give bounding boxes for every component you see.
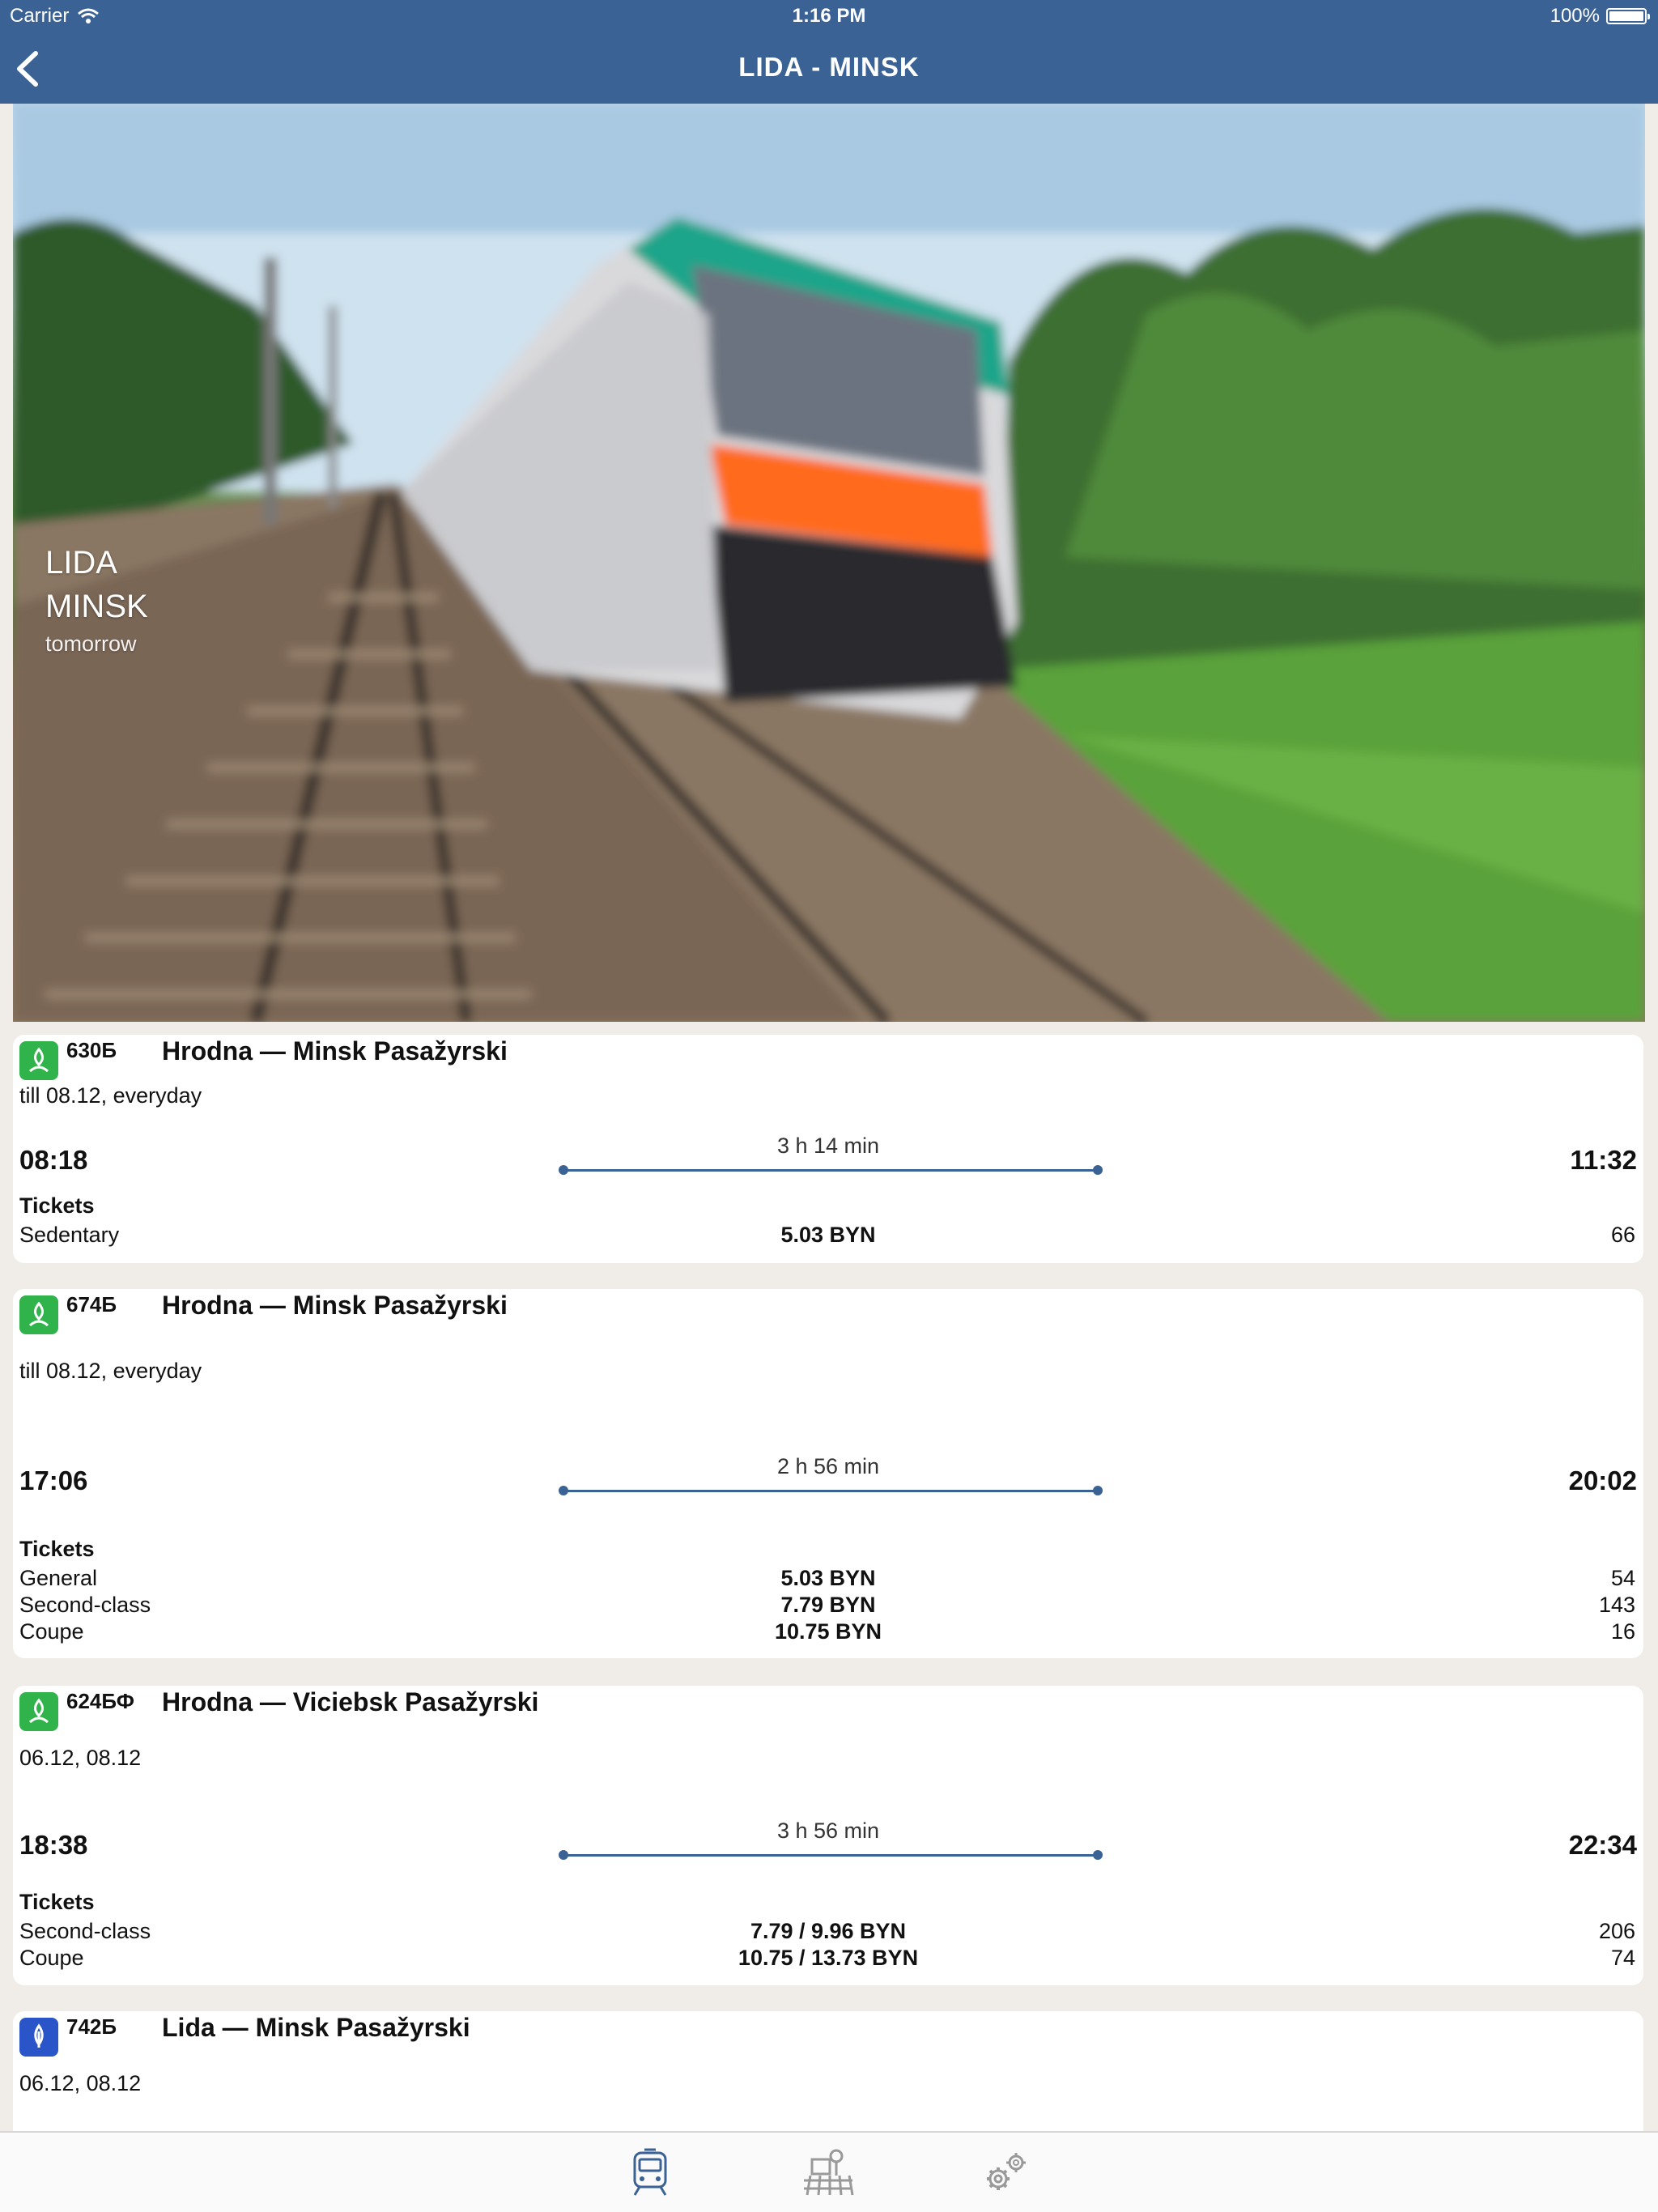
- train-card[interactable]: 630Б Hrodna — Minsk Pasažyrski till 08.1…: [13, 1035, 1643, 1263]
- tab-settings[interactable]: [978, 2146, 1035, 2199]
- fare-price: 10.75 BYN: [774, 1619, 882, 1644]
- fare-price: 7.79 BYN: [780, 1593, 876, 1617]
- trip-duration: 3 h 14 min: [776, 1134, 880, 1158]
- fare-row: General 5.03 BYN 54: [13, 1566, 1643, 1593]
- station-rails-icon: [804, 2149, 854, 2196]
- fare-row: Second-class 7.79 / 9.96 BYN 206: [13, 1919, 1643, 1946]
- duration-line: [559, 1486, 1103, 1495]
- fare-row: Second-class 7.79 BYN 143: [13, 1593, 1643, 1620]
- tickets-label: Tickets: [19, 1537, 95, 1561]
- fare-seats: 66: [1610, 1223, 1635, 1247]
- trip-duration: 3 h 56 min: [776, 1819, 880, 1843]
- train-route: Hrodna — Minsk Pasažyrski: [162, 1036, 508, 1066]
- hero-date: tomorrow: [45, 632, 137, 656]
- app-root: Carrier 1:16 PM 100% LIDA - MINSK LIDA M…: [0, 0, 1658, 2212]
- fare-seats: 206: [1598, 1919, 1635, 1943]
- train-card[interactable]: 742Б Lida — Minsk Pasažyrski 06.12, 08.1…: [13, 2011, 1643, 2141]
- tab-stations[interactable]: [800, 2146, 857, 2199]
- train-number: 742Б: [66, 2014, 117, 2039]
- navigation-bar: Carrier 1:16 PM 100% LIDA - MINSK: [0, 0, 1658, 104]
- trip-duration: 2 h 56 min: [776, 1454, 880, 1478]
- hero-route: LIDA MINSK tomorrow: [45, 541, 148, 657]
- train-route: Hrodna — Viciebsk Pasažyrski: [162, 1687, 539, 1716]
- train-card[interactable]: 624БФ Hrodna — Viciebsk Pasažyrski 06.12…: [13, 1686, 1643, 1985]
- train-schedule: till 08.12, everyday: [19, 1083, 202, 1108]
- train-schedule: till 08.12, everyday: [19, 1359, 202, 1383]
- train-card[interactable]: 674Б Hrodna — Minsk Pasažyrski till 08.1…: [13, 1289, 1643, 1658]
- fare-price: 5.03 BYN: [780, 1223, 876, 1247]
- fare-row: Sedentary 5.03 BYN 66: [13, 1223, 1643, 1250]
- train-number: 674Б: [66, 1292, 117, 1317]
- train-photo: [13, 104, 1645, 1022]
- battery-icon: [1606, 8, 1650, 24]
- tickets-label: Tickets: [19, 1890, 95, 1914]
- fare-seats: 74: [1610, 1946, 1635, 1970]
- fare-seats: 54: [1610, 1566, 1635, 1590]
- hero-image: LIDA MINSK tomorrow: [13, 104, 1645, 1022]
- regional-train-icon: [19, 1692, 58, 1731]
- fare-seats: 143: [1598, 1593, 1635, 1617]
- regional-train-icon: [19, 1295, 58, 1334]
- arrival-time: 20:02: [1568, 1465, 1637, 1495]
- battery-percent: 100%: [1550, 5, 1600, 27]
- gears-icon: [987, 2153, 1026, 2190]
- fare-row: Coupe 10.75 BYN 16: [13, 1619, 1643, 1647]
- duration-line: [559, 1850, 1103, 1860]
- fare-price: 5.03 BYN: [780, 1566, 876, 1590]
- train-front-icon: [633, 2148, 667, 2196]
- train-number: 624БФ: [66, 1689, 134, 1713]
- interregional-train-icon: [19, 2018, 58, 2057]
- fare-row: Coupe 10.75 / 13.73 BYN 74: [13, 1946, 1643, 1973]
- hero-destination: MINSK: [45, 589, 148, 624]
- tab-bar: [0, 2131, 1658, 2212]
- train-route: Hrodna — Minsk Pasažyrski: [162, 1291, 508, 1320]
- fare-price: 10.75 / 13.73 BYN: [738, 1946, 919, 1970]
- duration-line: [559, 1165, 1103, 1175]
- arrival-time: 22:34: [1568, 1830, 1637, 1860]
- arrival-time: 11:32: [1570, 1145, 1637, 1175]
- train-route: Lida — Minsk Pasažyrski: [162, 2013, 470, 2042]
- page-title: LIDA - MINSK: [738, 52, 920, 82]
- status-time: 1:16 PM: [792, 5, 866, 27]
- hero-origin: LIDA: [45, 545, 117, 581]
- train-schedule: 06.12, 08.12: [19, 1746, 142, 1770]
- fare-price: 7.79 / 9.96 BYN: [750, 1919, 907, 1943]
- status-battery: 100%: [1550, 5, 1650, 28]
- fare-seats: 16: [1610, 1619, 1635, 1644]
- train-schedule: 06.12, 08.12: [19, 2071, 142, 2095]
- train-number: 630Б: [66, 1038, 117, 1062]
- tab-trains[interactable]: [622, 2146, 678, 2199]
- regional-train-icon: [19, 1041, 58, 1080]
- tickets-label: Tickets: [19, 1193, 95, 1218]
